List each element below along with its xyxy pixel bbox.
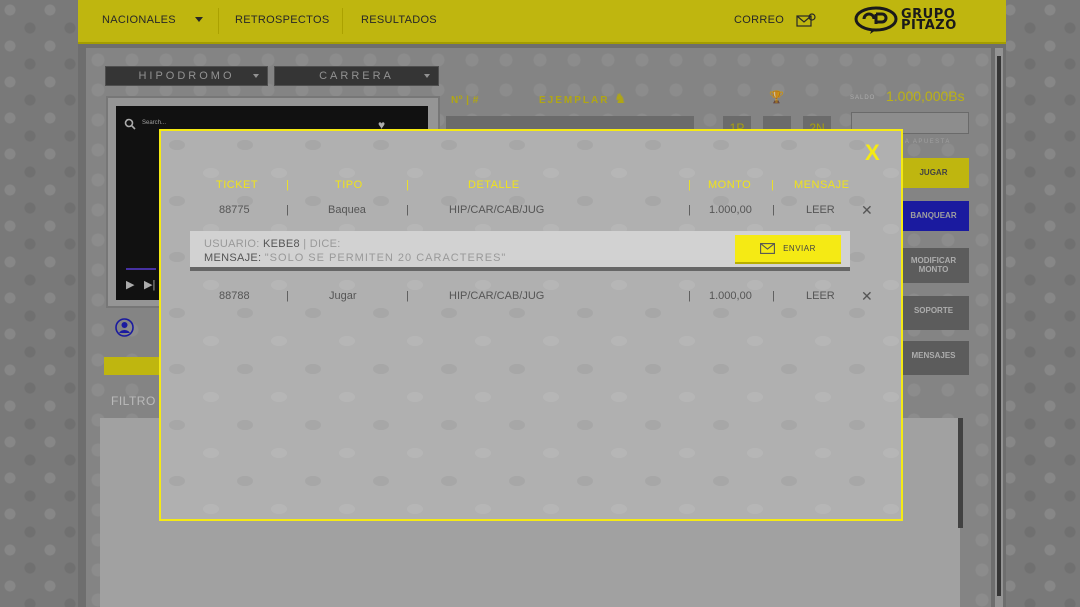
- message-input-line[interactable]: MENSAJE: "SOLO SE PERMITEN 20 CARACTERES…: [204, 252, 506, 264]
- dice-label: DICE:: [309, 238, 341, 250]
- header-ticket: TICKET: [216, 179, 259, 191]
- messages-modal: [159, 129, 903, 521]
- cell-divider: |: [406, 204, 409, 216]
- cell-divider: |: [286, 204, 289, 216]
- close-icon[interactable]: X: [865, 141, 880, 165]
- cell-divider: |: [406, 290, 409, 302]
- header-divider: |: [688, 179, 692, 191]
- delete-icon[interactable]: ✕: [861, 288, 873, 305]
- cell-divider: |: [772, 204, 775, 216]
- header-detalle: DETALLE: [468, 179, 520, 191]
- header-divider: |: [286, 179, 290, 191]
- cell-divider: |: [688, 204, 691, 216]
- usuario-label: USUARIO:: [204, 238, 260, 250]
- header-mensaje: MENSAJE: [794, 179, 850, 191]
- header-divider: |: [771, 179, 775, 191]
- tipo-cell: Jugar: [329, 290, 357, 302]
- monto-cell: 1.000,00: [709, 204, 752, 216]
- message-divider: |: [303, 238, 307, 250]
- cell-divider: |: [286, 290, 289, 302]
- send-label: ENVIAR: [783, 244, 816, 253]
- header-divider: |: [406, 179, 410, 191]
- monto-cell: 1.000,00: [709, 290, 752, 302]
- leer-link[interactable]: LEER: [806, 204, 835, 216]
- cell-divider: |: [688, 290, 691, 302]
- leer-link[interactable]: LEER: [806, 290, 835, 302]
- header-monto: MONTO: [708, 179, 752, 191]
- ticket-cell: 88788: [219, 290, 250, 302]
- delete-icon[interactable]: ✕: [861, 202, 873, 219]
- usuario-value: KEBE8: [262, 238, 300, 250]
- header-tipo: TIPO: [335, 179, 363, 191]
- detalle-cell: HIP/CAR/CAB/JUG: [449, 204, 545, 216]
- cell-divider: |: [772, 290, 775, 302]
- message-input[interactable]: "SOLO SE PERMITEN 20 CARACTERES": [265, 252, 507, 264]
- send-button[interactable]: ENVIAR: [735, 235, 841, 264]
- detalle-cell: HIP/CAR/CAB/JUG: [449, 290, 545, 302]
- mensaje-label: MENSAJE:: [204, 252, 262, 264]
- tipo-cell: Baquea: [328, 204, 366, 216]
- message-user-line: USUARIO: KEBE8 | DICE:: [204, 238, 341, 250]
- ticket-cell: 88775: [219, 204, 250, 216]
- envelope-icon: [760, 243, 776, 254]
